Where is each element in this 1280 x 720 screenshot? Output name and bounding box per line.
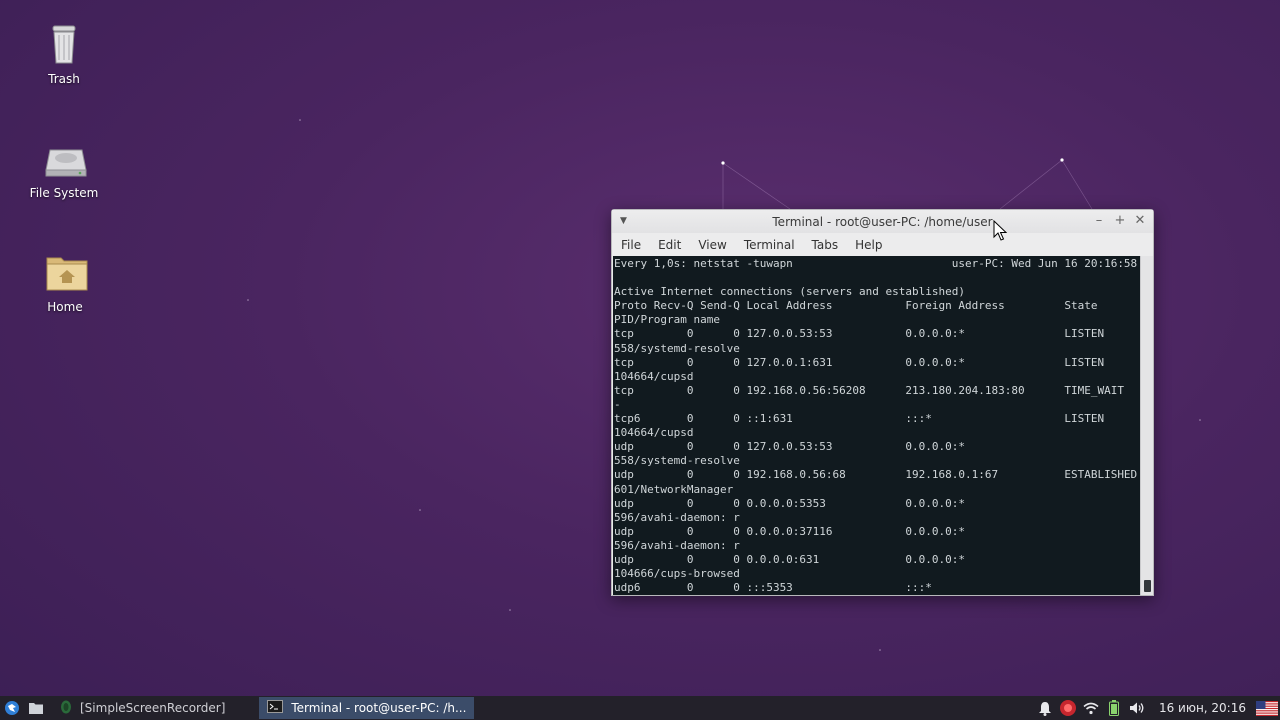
terminal-text: Every 1,0s: netstat -tuwapn user-PC: Wed…: [614, 257, 1138, 595]
app-menu-icon[interactable]: [0, 696, 24, 720]
system-tray: 16 июн, 20:16: [1034, 696, 1280, 720]
clock[interactable]: 16 июн, 20:16: [1149, 701, 1254, 715]
volume-icon[interactable]: [1126, 696, 1149, 720]
battery-icon[interactable]: [1103, 696, 1126, 720]
desktop-icon-label: File System: [29, 186, 99, 200]
menu-terminal[interactable]: Terminal: [744, 238, 795, 252]
window-titlebar[interactable]: ▼ Terminal - root@user-PC: /home/user – …: [612, 210, 1153, 233]
menu-view[interactable]: View: [698, 238, 726, 252]
desktop-icon-label: Home: [47, 300, 83, 314]
task-label: [SimpleScreenRecorder]: [80, 701, 226, 715]
menu-help[interactable]: Help: [855, 238, 882, 252]
trash-icon: [44, 22, 84, 66]
close-icon[interactable]: ✕: [1132, 213, 1148, 229]
drive-icon: [44, 136, 87, 180]
menu-tabs[interactable]: Tabs: [812, 238, 839, 252]
menu-file[interactable]: File: [621, 238, 641, 252]
window-title: Terminal - root@user-PC: /home/user: [772, 215, 993, 229]
task-label: Terminal - root@user-PC: /h...: [291, 701, 467, 715]
terminal-menubar: File Edit View Terminal Tabs Help: [612, 233, 1153, 256]
file-manager-icon[interactable]: [24, 696, 48, 720]
terminal-output[interactable]: Every 1,0s: netstat -tuwapn user-PC: Wed…: [613, 256, 1140, 595]
taskbar: [SimpleScreenRecorder] Terminal - root@u…: [0, 696, 1280, 720]
terminal-scrollbar[interactable]: [1140, 256, 1153, 595]
bell-icon[interactable]: [1034, 696, 1057, 720]
wifi-icon[interactable]: [1080, 696, 1103, 720]
desktop-icon-home[interactable]: Home: [17, 250, 113, 314]
mouse-pointer-icon: [993, 220, 1007, 241]
terminal-icon: [267, 700, 284, 716]
desktop-icon-trash[interactable]: Trash: [16, 22, 112, 86]
record-icon[interactable]: [1057, 696, 1080, 720]
maximize-icon[interactable]: +: [1112, 213, 1128, 229]
terminal-window[interactable]: ▼ Terminal - root@user-PC: /home/user – …: [611, 209, 1154, 596]
us-flag-icon[interactable]: [1254, 696, 1280, 720]
task-simplescreenrecorder[interactable]: [SimpleScreenRecorder]: [52, 697, 233, 719]
menu-edit[interactable]: Edit: [658, 238, 681, 252]
task-terminal[interactable]: Terminal - root@user-PC: /h...: [259, 697, 475, 719]
desktop-icon-file-system[interactable]: File System: [16, 136, 112, 200]
home-folder-icon: [45, 250, 88, 294]
desktop-icon-label: Trash: [48, 72, 80, 86]
scrollbar-thumb[interactable]: [1144, 580, 1151, 592]
minimize-icon[interactable]: –: [1091, 213, 1107, 229]
screen-recorder-icon: [60, 700, 72, 717]
